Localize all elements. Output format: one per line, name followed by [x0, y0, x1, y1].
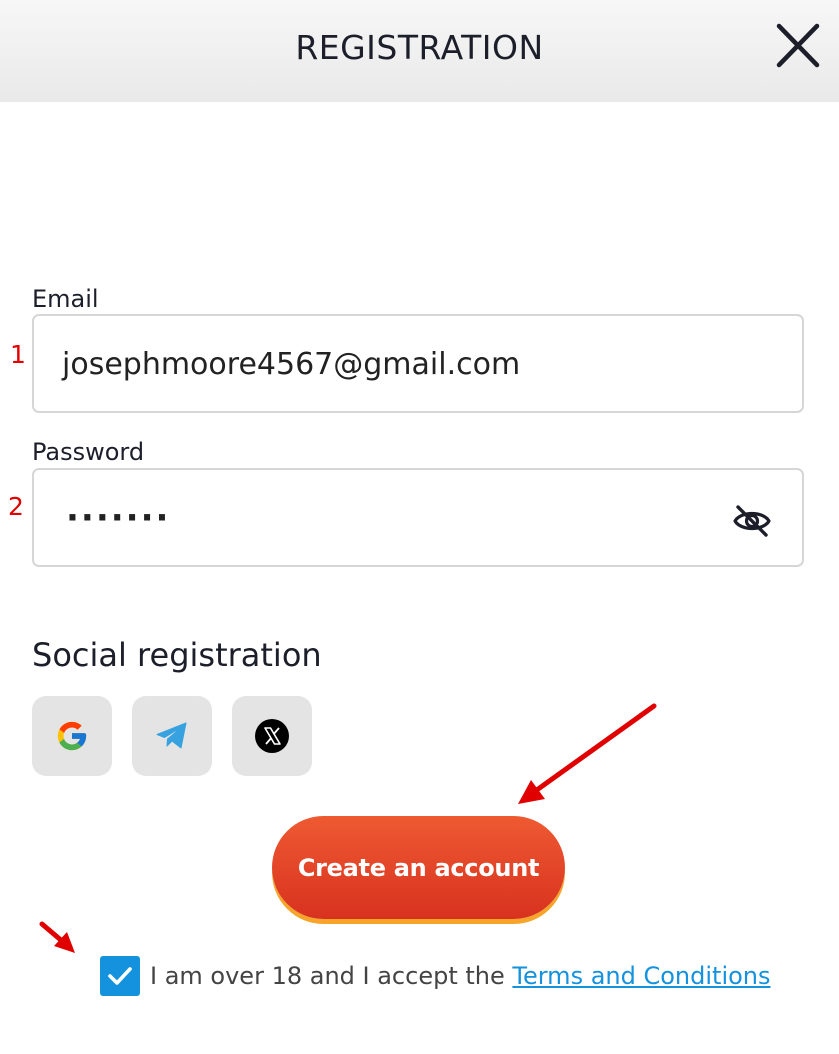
email-value: josephmoore4567@gmail.com [62, 347, 521, 382]
password-masked-value: ······· [66, 498, 171, 538]
google-login-button[interactable] [32, 696, 112, 776]
terms-checkbox[interactable] [100, 956, 140, 996]
password-field[interactable]: ······· [32, 468, 804, 567]
modal-header: REGISTRATION [0, 0, 839, 102]
create-account-button[interactable]: Create an account [272, 816, 565, 919]
social-registration-title: Social registration [32, 636, 322, 674]
eye-slash-icon [733, 505, 771, 537]
terms-statement: I am over 18 and I accept the Terms and … [150, 962, 771, 990]
terms-text: I am over 18 and I accept the [150, 962, 513, 990]
close-button[interactable] [772, 22, 824, 70]
annotation-marker-1: 1 [10, 340, 26, 369]
close-icon [776, 23, 820, 68]
check-icon [108, 967, 132, 985]
arrow-to-checkbox [39, 921, 75, 953]
google-icon [57, 721, 87, 751]
telegram-icon [156, 722, 187, 749]
toggle-password-visibility-button[interactable] [732, 502, 772, 540]
x-login-button[interactable] [232, 696, 312, 776]
email-field[interactable]: josephmoore4567@gmail.com [32, 314, 804, 413]
arrow-to-create-button [518, 703, 657, 804]
password-label: Password [32, 438, 145, 466]
x-icon [255, 719, 289, 753]
page-title: REGISTRATION [295, 28, 544, 67]
telegram-login-button[interactable] [132, 696, 212, 776]
terms-and-conditions-link[interactable]: Terms and Conditions [512, 962, 770, 990]
annotation-marker-2: 2 [8, 492, 24, 521]
email-label: Email [32, 285, 99, 313]
